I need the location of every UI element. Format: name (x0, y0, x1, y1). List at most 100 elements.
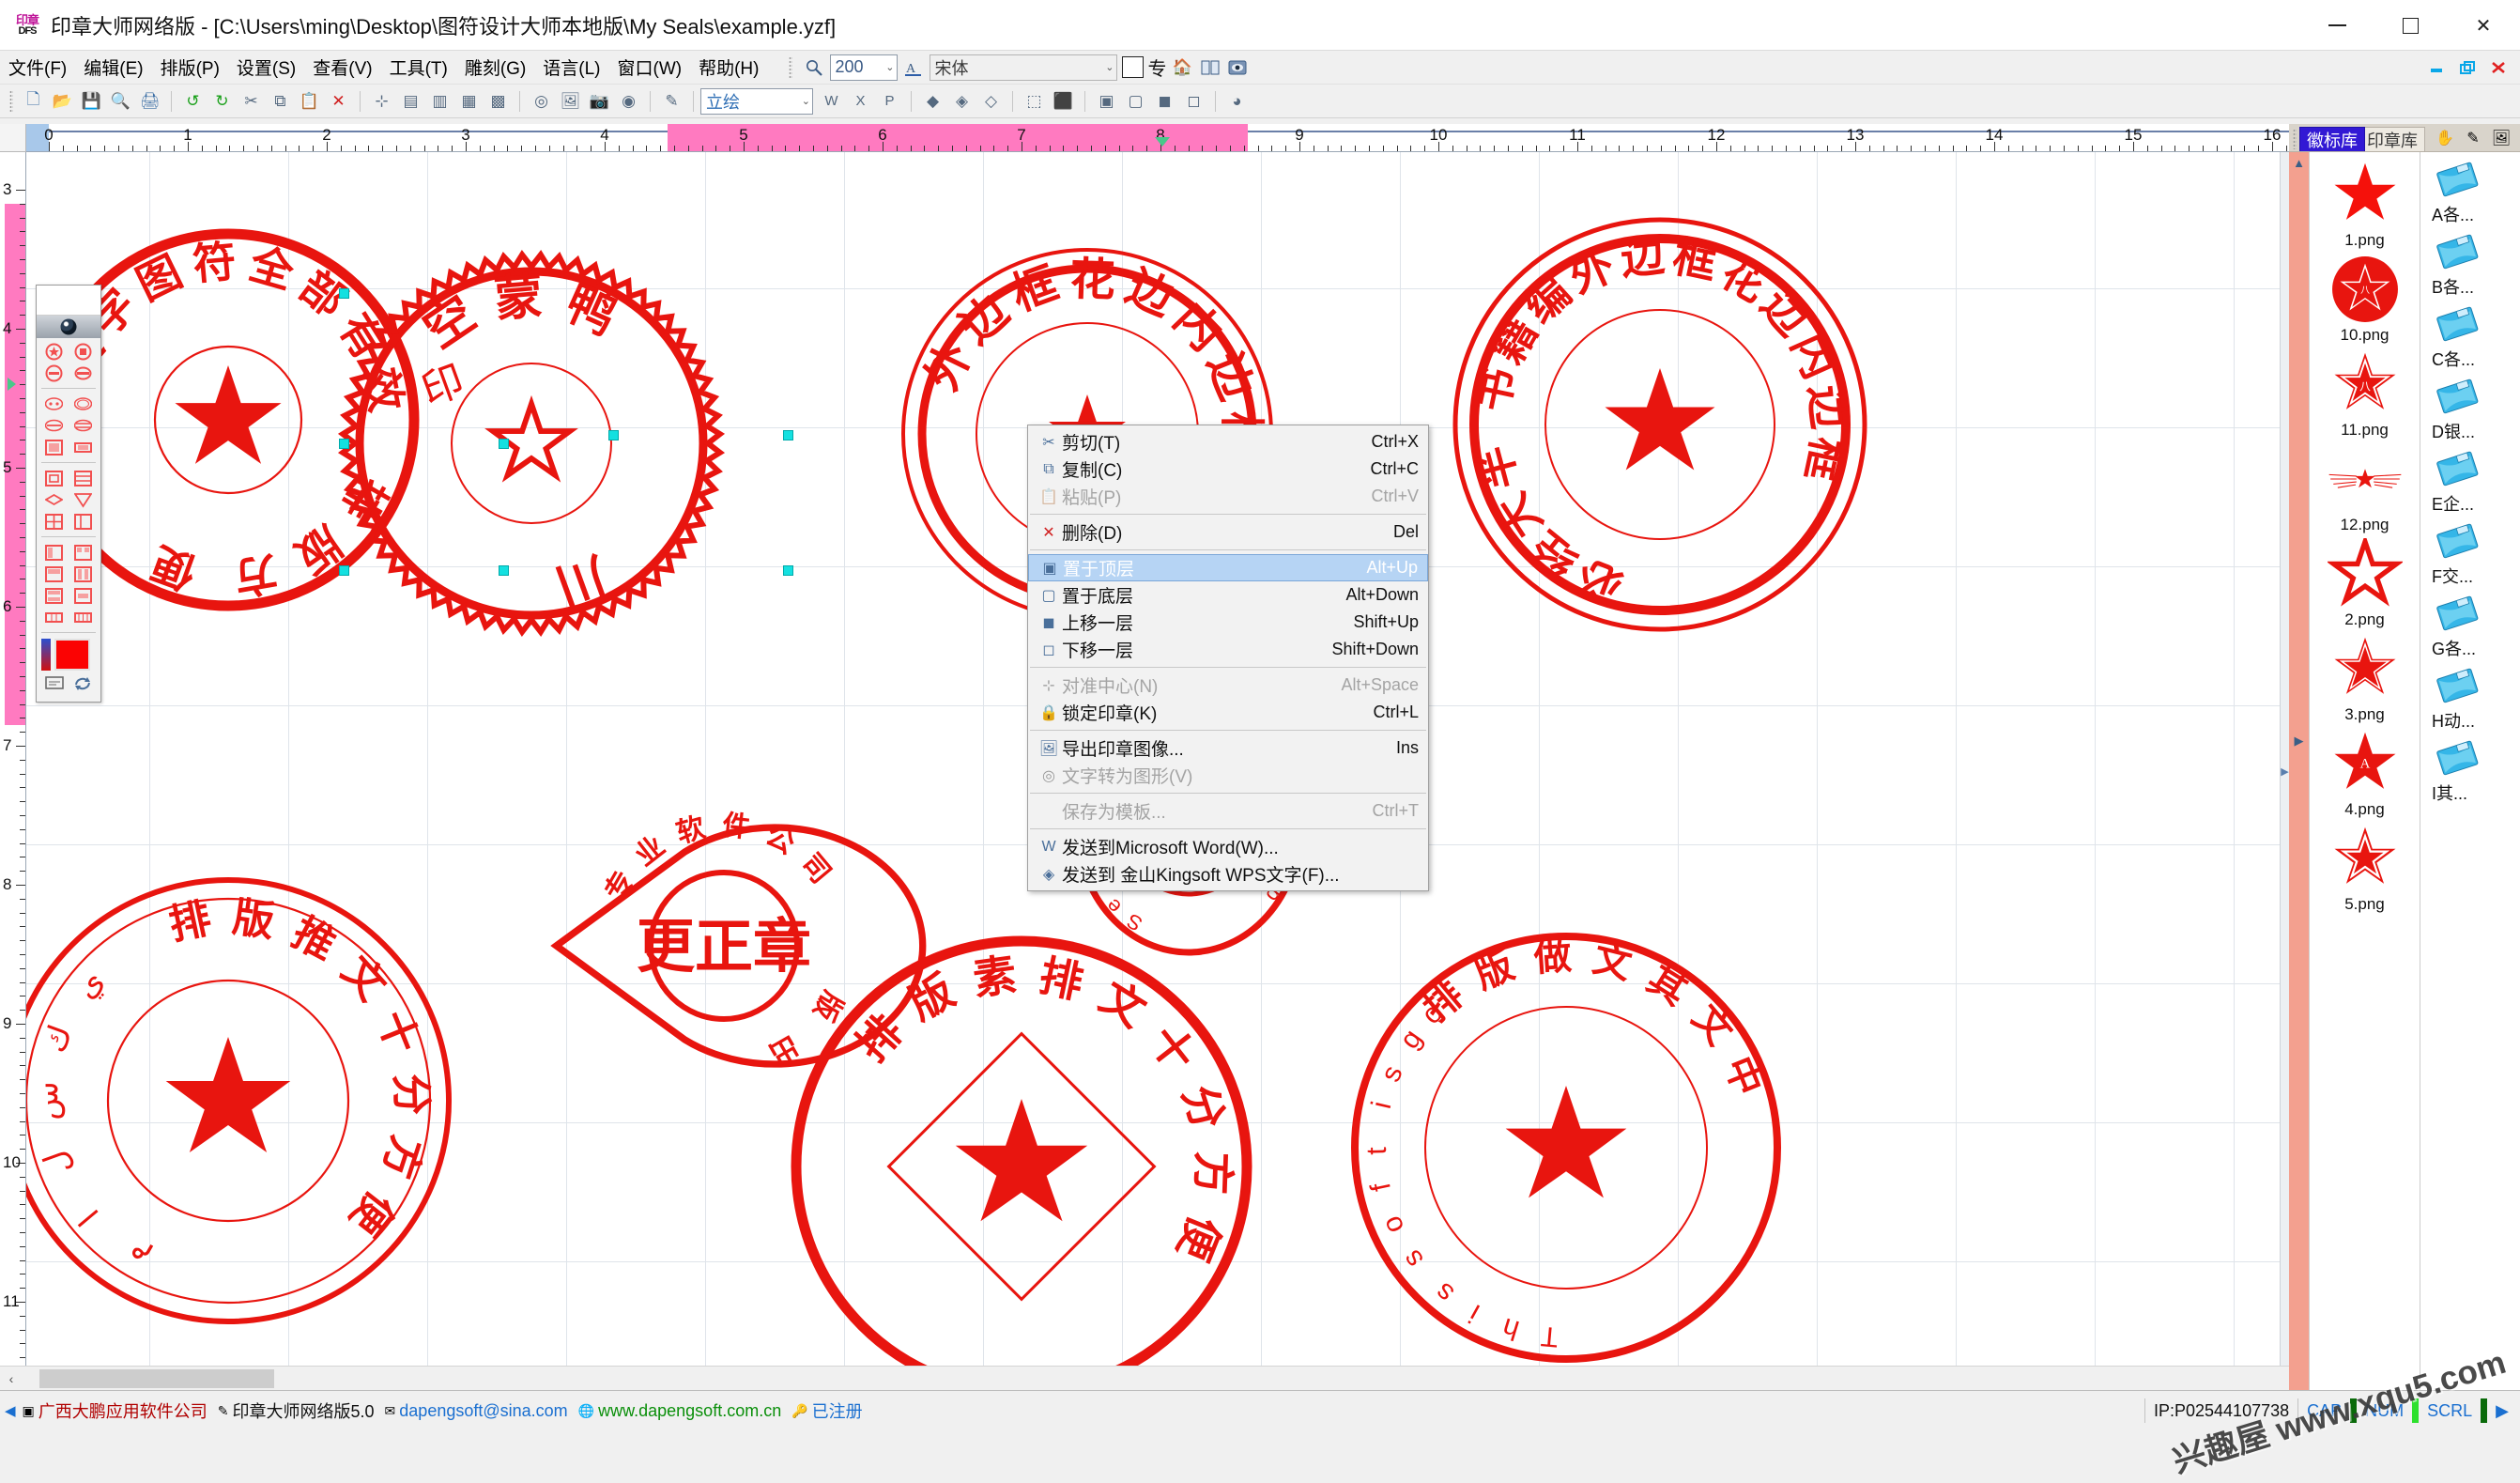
scroll-up-arrow[interactable]: ▲ (2293, 156, 2305, 170)
tool-grid-left-icon[interactable] (70, 512, 97, 531)
toolbar-grip-main[interactable] (9, 89, 13, 113)
window-maximize-button[interactable] (2374, 0, 2447, 51)
canvas-context-menu[interactable]: ✂ 剪切(T) Ctrl+X ⧉ 复制(C) Ctrl+C 📋 粘贴(P) Ctrl+V ✕ 删除(… (1027, 425, 1429, 891)
status-more-arrow[interactable]: ▶ (2487, 1398, 2520, 1423)
folder-list[interactable]: A各... B各... C各... D银... E企... F交... G各... H动...… (2420, 152, 2520, 1390)
tool-layout-a-icon[interactable] (41, 543, 68, 562)
thumbnail-item[interactable]: 八 11.png (2310, 348, 2420, 440)
mdi-minimize-button[interactable] (2424, 57, 2449, 78)
hscroll-left-arrow[interactable]: ‹ (0, 1371, 23, 1386)
tab-logo-library[interactable]: 徽标库 (2299, 127, 2365, 151)
status-email[interactable]: ✉ dapengsoft@sina.com (381, 1401, 572, 1421)
tool-strip-b-icon[interactable] (70, 608, 97, 626)
menu-view[interactable]: 查看(V) (304, 51, 380, 84)
tool-rect-dots-icon[interactable] (41, 438, 68, 456)
redo-button[interactable]: ↻ (209, 88, 235, 114)
thumbnail-item[interactable]: A 4.png (2310, 727, 2420, 819)
tool-ellipse-dots-icon[interactable] (41, 394, 68, 413)
window-close-button[interactable]: ✕ (2447, 0, 2520, 51)
eye-preview-icon[interactable] (1226, 56, 1249, 79)
move-down-button[interactable]: ◻ (1181, 88, 1206, 114)
current-color-swatch[interactable] (54, 639, 90, 671)
tool-circle-bar-icon[interactable] (41, 363, 68, 382)
ctx-copy[interactable]: ⧉ 复制(C) Ctrl+C (1028, 456, 1428, 483)
ruler-corner[interactable] (0, 124, 26, 152)
selection-handle[interactable] (608, 430, 619, 440)
shape-size-combo[interactable]: 立绘 ⌄ (700, 87, 813, 115)
tool-ellipse-bar-icon[interactable] (70, 363, 97, 382)
menu-file[interactable]: 文件(F) (0, 51, 75, 84)
menu-layout[interactable]: 排版(P) (152, 51, 228, 84)
pen-tool-icon[interactable]: ✎ (2462, 128, 2484, 148)
print-button[interactable]: 🖨 (137, 88, 162, 114)
tool-layout-b-icon[interactable] (70, 543, 97, 562)
hscroll-thumb[interactable] (39, 1368, 274, 1388)
wps-present-button[interactable]: ◇ (978, 88, 1004, 114)
tool-frame-rect-icon[interactable] (41, 469, 68, 487)
send-word-button[interactable]: W (819, 88, 844, 114)
send-back-button[interactable]: ▢ (1123, 88, 1148, 114)
folder-f[interactable]: F交... (2420, 519, 2520, 588)
h-ruler-marker[interactable] (1155, 137, 1170, 147)
tool-triangle-down-icon[interactable] (70, 490, 97, 509)
mdi-restore-button[interactable] (2455, 57, 2480, 78)
horizontal-ruler[interactable]: 0123456789101112131415161718 (26, 124, 2289, 152)
move-up-button[interactable]: ◼ (1152, 88, 1177, 114)
paste-button[interactable]: 📋 (297, 88, 322, 114)
vertical-ruler[interactable]: 3456789101112 (0, 152, 26, 1390)
distribute-button[interactable]: ▦ (456, 88, 482, 114)
thumbnail-list[interactable]: 1.png 八 10.png 八 11.png 12.png 2.png 3.png A 4.pn… (2310, 152, 2420, 1390)
ctx-move-up[interactable]: ◼ 上移一层 Shift+Up (1028, 609, 1428, 636)
cut-button[interactable]: ✂ (238, 88, 264, 114)
folder-g[interactable]: G各... (2420, 592, 2520, 660)
font-family-combo[interactable]: 宋体 ⌄ (929, 54, 1117, 81)
ungroup-button[interactable]: ⬛ (1051, 88, 1076, 114)
book-icon[interactable] (1199, 56, 1222, 79)
send-ppt-button[interactable]: P (877, 88, 902, 114)
delete-button[interactable]: ✕ (326, 88, 351, 114)
tool-diamond-icon[interactable] (41, 490, 68, 509)
print-preview-button[interactable]: 🔍 (108, 88, 133, 114)
selection-handle[interactable] (499, 565, 509, 576)
tool-ellipse-line-icon[interactable] (41, 416, 68, 435)
hscroll-track[interactable] (23, 1368, 2289, 1388)
bring-front-button[interactable]: ▣ (1094, 88, 1119, 114)
status-website[interactable]: 🌐 www.dapengsoft.com.cn (575, 1401, 786, 1421)
right-panel-splitter[interactable]: ▶ (2280, 152, 2289, 1390)
home-icon[interactable]: 🏠 (1172, 56, 1194, 79)
ctx-send-wps[interactable]: ◈ 发送到 金山Kingsoft WPS文字(F)... (1028, 860, 1428, 888)
text-to-shape-button[interactable]: ◎ (529, 88, 554, 114)
menu-tools[interactable]: 工具(T) (381, 51, 456, 84)
image-frame-icon[interactable]: 🖼 (2490, 128, 2512, 148)
menu-window[interactable]: 窗口(W) (609, 51, 691, 84)
thumbnail-item[interactable]: 12.png (2310, 442, 2420, 534)
ctx-cut[interactable]: ✂ 剪切(T) Ctrl+X (1028, 428, 1428, 456)
folder-d[interactable]: D银... (2420, 375, 2520, 443)
zoom-level-combo[interactable]: 200 ⌄ (829, 54, 898, 81)
ctx-move-down[interactable]: ◻ 下移一层 Shift+Down (1028, 636, 1428, 663)
transparent-checkbox[interactable] (1121, 56, 1144, 78)
save-file-button[interactable]: 💾 (79, 88, 104, 114)
open-file-button[interactable]: 📂 (50, 88, 75, 114)
ctx-bring-to-front[interactable]: ▣ 置于顶层 Alt+Up (1028, 554, 1428, 581)
folder-a[interactable]: A各... (2420, 158, 2520, 226)
palette-header[interactable] (37, 286, 100, 316)
v-ruler-marker[interactable] (8, 377, 16, 391)
wps-writer-button[interactable]: ◆ (920, 88, 945, 114)
thumbnail-item[interactable]: 1.png (2310, 158, 2420, 250)
new-file-button[interactable]: 🗋 (21, 88, 46, 114)
status-company[interactable]: ▣ 广西大鹏应用软件公司 (19, 1398, 211, 1423)
folder-c[interactable]: C各... (2420, 302, 2520, 371)
menu-edit[interactable]: 编辑(E) (75, 51, 151, 84)
gradient-bar[interactable] (41, 639, 51, 671)
group-button[interactable]: ⬚ (1022, 88, 1047, 114)
canvas-horizontal-scrollbar[interactable]: ‹ (0, 1366, 2289, 1390)
selection-handle[interactable] (783, 565, 793, 576)
folder-e[interactable]: E企... (2420, 447, 2520, 516)
align-right-button[interactable]: ▥ (427, 88, 453, 114)
status-left-arrow-icon[interactable]: ◀ (5, 1402, 16, 1419)
thumbnail-item[interactable]: 5.png (2310, 822, 2420, 914)
export-image-button[interactable]: 🖼 (558, 88, 583, 114)
folder-h[interactable]: H动... (2420, 664, 2520, 733)
tool-layout-d-icon[interactable] (70, 564, 97, 583)
